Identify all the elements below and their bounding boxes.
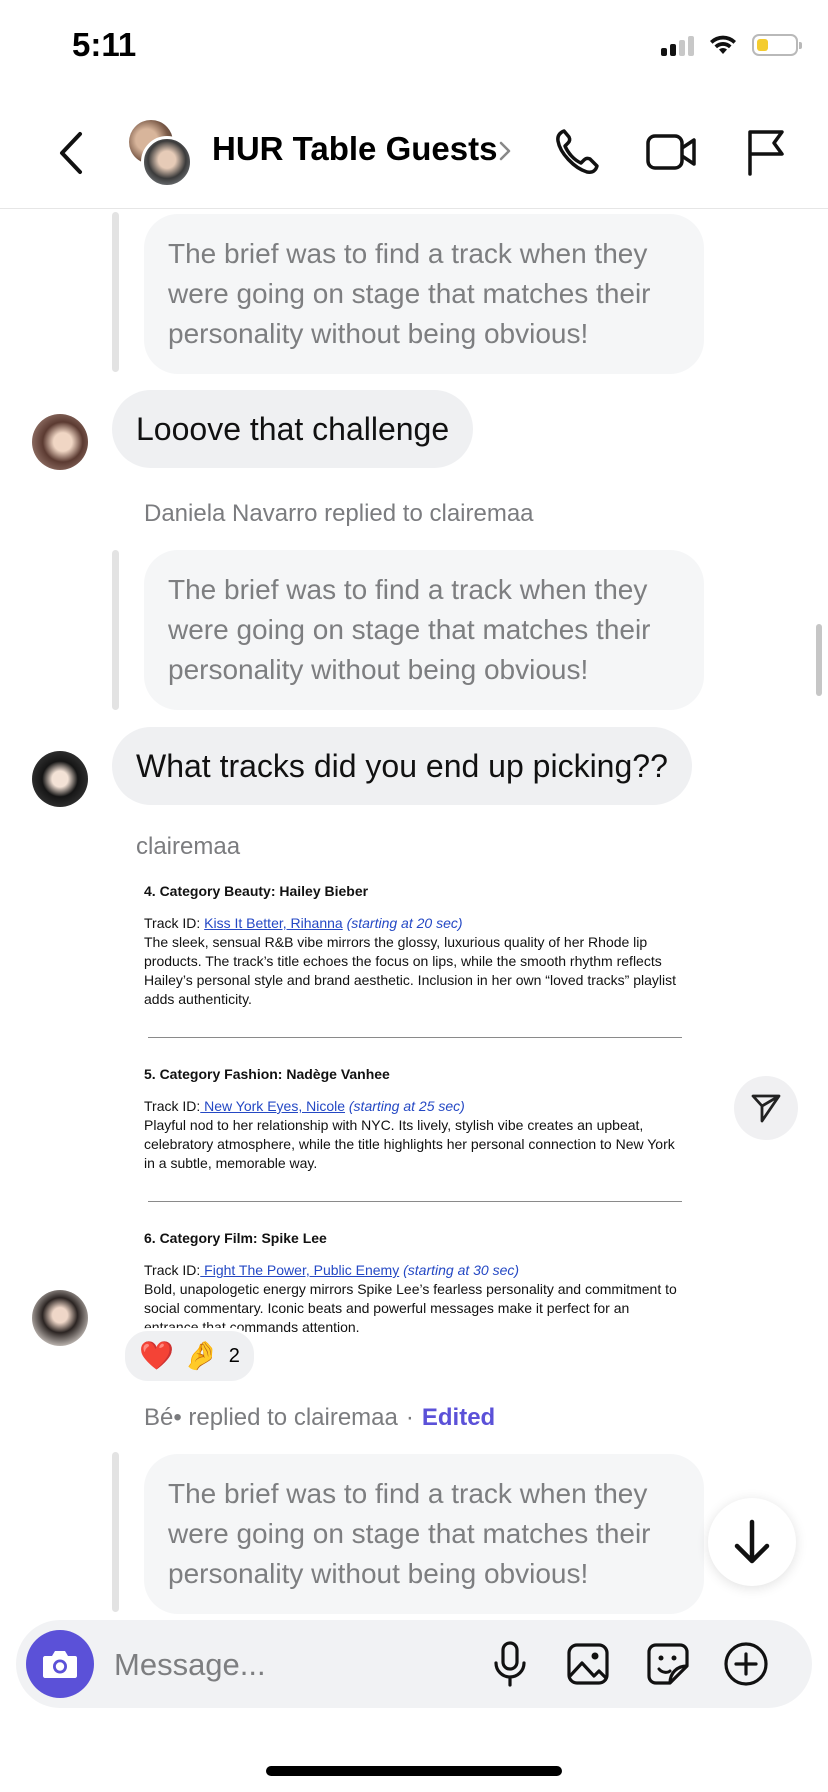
message-bubble[interactable]: What tracks did you end up picking?? [112,727,692,805]
sender-name: clairemaa [136,833,241,860]
camera-icon [43,1651,77,1678]
microphone-button[interactable] [486,1640,534,1688]
divider [148,1201,682,1202]
track-link[interactable]: Kiss It Better, Rihanna [204,915,343,931]
section-body: The sleek, sensual R&B vibe mirrors the … [144,934,677,1007]
message-bubble[interactable]: Looove that challenge [112,390,474,468]
track-id: Track ID: Fight The Power, Public Enemy … [144,1261,684,1280]
edited-label[interactable]: Edited [422,1404,495,1431]
gallery-button[interactable] [564,1640,612,1688]
track-time: (starting at 30 sec) [399,1262,520,1278]
chevron-right-icon[interactable] [498,140,512,162]
image-icon [567,1643,609,1685]
reply-indicator-bar [112,212,119,372]
scroll-to-bottom-button[interactable] [708,1498,796,1586]
message-input[interactable] [112,1634,476,1696]
quoted-message[interactable]: The brief was to find a track when they … [144,214,704,374]
track-link[interactable]: Fight The Power, Public Enemy [200,1262,399,1278]
track-time: (starting at 20 sec) [342,915,463,931]
share-button[interactable] [734,1076,798,1140]
microphone-icon [494,1641,526,1687]
more-button[interactable] [722,1640,770,1688]
shared-document-image[interactable]: 4. Category Beauty: Hailey Bieber Track … [124,868,698,1336]
flag-icon[interactable] [742,126,790,178]
separator-dot: · [405,1404,414,1431]
pinched-fingers-reaction: 🤌 [183,1340,219,1371]
track-time: (starting at 25 sec) [345,1098,465,1114]
group-avatar[interactable] [125,118,195,188]
chat-header: HUR Table Guests [0,100,828,209]
battery-icon [752,34,802,56]
video-camera-icon[interactable] [644,126,698,178]
reply-indicator-bar [112,550,119,710]
avatar[interactable] [32,751,88,807]
status-time: 5:11 [72,26,137,63]
phone-icon[interactable] [552,126,600,178]
document-section: 5. Category Fashion: Nadège Vanhee Track… [144,1065,684,1173]
home-indicator[interactable] [266,1766,562,1776]
group-title[interactable]: HUR Table Guests [212,130,497,168]
reply-indicator-bar [112,1452,119,1612]
share-send-icon [751,1094,781,1123]
section-heading: 6. Category Film: Spike Lee [144,1230,327,1246]
track-id: Track ID: Kiss It Better, Rihanna (start… [144,914,684,933]
track-label: Track ID: [144,1098,201,1114]
cellular-signal-icon [661,34,694,56]
section-heading: 5. Category Fashion: Nadège Vanhee [144,1066,390,1082]
divider [148,1037,682,1038]
heart-reaction: ❤️ [139,1340,174,1371]
avatar[interactable] [32,414,88,470]
document-section: 4. Category Beauty: Hailey Bieber Track … [144,882,684,1009]
reply-meta-text: Bé• replied to clairemaa [144,1404,398,1431]
wifi-icon [710,35,736,54]
reply-meta: Bé• replied to clairemaa · Edited [144,1404,495,1432]
reaction-count: 2 [228,1344,240,1367]
quoted-message[interactable]: The brief was to find a track when they … [144,1454,704,1614]
avatar[interactable] [32,1290,88,1346]
section-body: Playful nod to her relationship with NYC… [144,1117,675,1171]
track-label: Track ID: [144,1262,201,1278]
document-section: 6. Category Film: Spike Lee Track ID: Fi… [144,1229,684,1336]
plus-circle-icon [724,1642,768,1686]
scrollbar-thumb[interactable] [816,624,822,696]
reply-meta: Daniela Navarro replied to clairemaa [144,500,534,527]
track-link[interactable]: New York Eyes, Nicole [200,1098,345,1114]
track-label: Track ID: [144,915,205,931]
quoted-message[interactable]: The brief was to find a track when they … [144,550,704,710]
arrow-down-icon [734,1519,770,1564]
message-composer [16,1620,812,1708]
track-id: Track ID: New York Eyes, Nicole (startin… [144,1097,684,1116]
reactions-pill[interactable]: ❤️ 🤌 2 [122,1328,257,1384]
status-icons [661,34,802,56]
section-heading: 4. Category Beauty: Hailey Bieber [144,883,369,899]
back-chevron-icon[interactable] [50,128,90,178]
sticker-button[interactable] [644,1640,692,1688]
avatar [141,136,193,188]
camera-button[interactable] [26,1630,94,1698]
sticker-icon [647,1643,689,1685]
